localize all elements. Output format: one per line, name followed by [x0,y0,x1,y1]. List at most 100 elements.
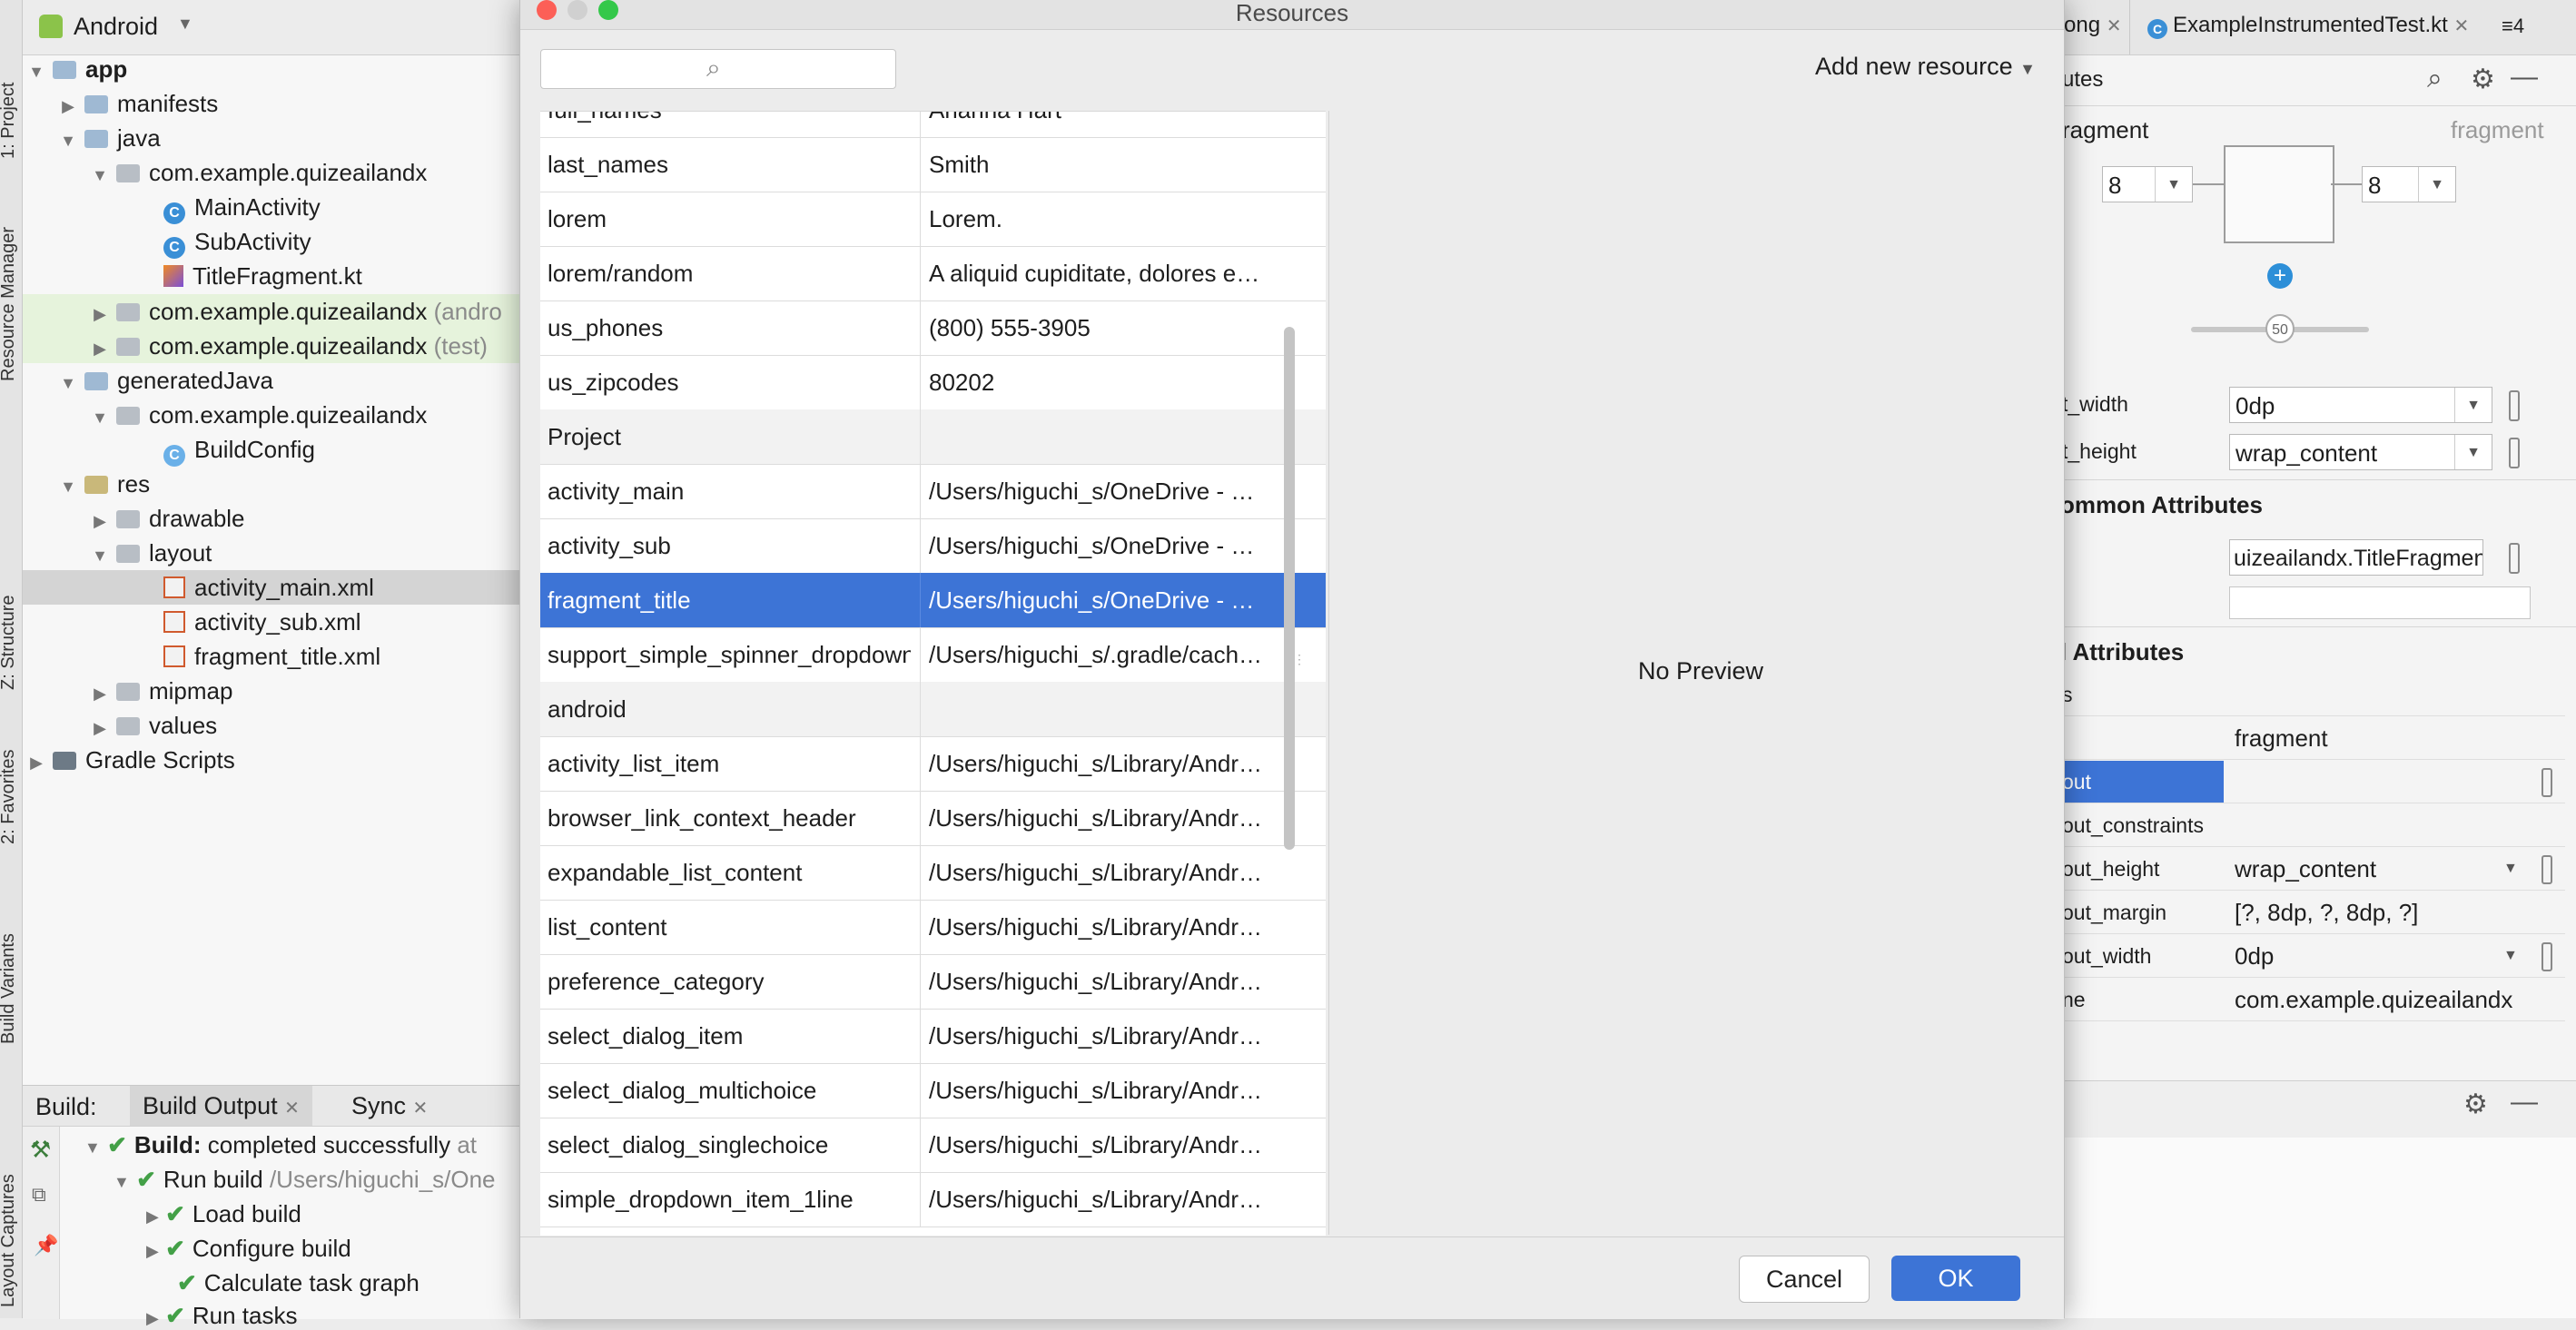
expand-icon[interactable]: ▼ [27,54,45,89]
resource-row[interactable]: select_dialog_multichoice/Users/higuchi_… [540,1063,1326,1118]
editor-tab-test[interactable]: C ExampleInstrumentedTest.kt ✕ [2147,13,2469,39]
resource-row[interactable]: simple_dropdown_item_1line/Users/higuchi… [540,1172,1326,1227]
table-scrollbar[interactable] [1284,327,1295,850]
editor-tab-partial[interactable]: ong ✕ [2064,13,2121,38]
common-attributes-section[interactable]: ommon Attributes [2057,479,2576,531]
attribute-reference-icon[interactable] [2541,942,2552,971]
close-window-button[interactable] [537,0,557,20]
build-step-row[interactable]: ▶ ✔ Load build [146,1200,301,1228]
attribute-row[interactable]: out_height wrap_content ▼ [2057,848,2565,891]
structure-tool-button[interactable]: Z: Structure [0,596,19,690]
resource-row[interactable]: expandable_list_content/Users/higuchi_s/… [540,845,1326,901]
attribute-row[interactable]: ne com.example.quizeailandx [2057,979,2565,1021]
expand-icon[interactable]: ▼ [114,1173,130,1191]
tree-item-subactivity[interactable]: C SubActivity [156,224,311,259]
project-tool-button[interactable]: 1: Project [0,83,19,159]
add-new-resource-dropdown[interactable]: Add new resource ▼ [1815,53,2036,81]
margin-left-select[interactable]: 8 ▼ [2102,166,2193,202]
resource-row[interactable]: fragment_title/Users/higuchi_s/OneDrive … [540,573,1326,628]
resource-manager-tool-button[interactable]: Resource Manager [0,227,19,381]
resource-row[interactable]: list_content/Users/higuchi_s/Library/And… [540,900,1326,955]
resource-row[interactable]: us_zipcodes 80202 [540,355,1326,410]
collapse-icon[interactable]: ▶ [146,1309,159,1327]
attribute-row-selected[interactable]: out [2057,761,2565,803]
tree-item-titlefragment[interactable]: TitleFragment.kt [156,259,362,293]
layout-captures-tool-button[interactable]: Layout Captures [0,1174,19,1307]
tree-item-mipmap[interactable]: ▶ mipmap [91,674,232,708]
tree-item-generated-package[interactable]: ▼ com.example.quizeailandx [91,398,427,432]
chevron-down-icon[interactable]: ▼ [2454,435,2492,469]
splitter-handle[interactable]: ⋮ [1293,653,1306,683]
tree-item-activity-sub-xml[interactable]: activity_sub.xml [156,605,361,639]
collapse-icon[interactable]: ▶ [59,89,77,123]
minimize-icon[interactable]: — [2511,1087,2538,1118]
collapse-icon[interactable]: ▶ [91,331,109,366]
tree-item-activity-main-xml[interactable]: activity_main.xml [23,570,531,605]
tree-item-package-test[interactable]: ▶ com.example.quizeailandx (test) [23,329,531,363]
expand-icon[interactable]: ▼ [84,1138,101,1157]
close-icon[interactable]: ✕ [2107,16,2122,36]
attribute-reference-icon[interactable] [2509,543,2520,574]
resource-row[interactable]: activity_main/Users/higuchi_s/OneDrive -… [540,464,1326,519]
tree-item-buildconfig[interactable]: C BuildConfig [156,432,315,467]
layout-width-select[interactable]: 0dp ▼ [2229,387,2492,423]
run-build-row[interactable]: ▼ ✔ Run build /Users/higuchi_s/One [114,1166,496,1194]
chevron-down-icon[interactable]: ▼ [2019,60,2036,78]
tab-sync[interactable]: Sync ✕ [342,1086,437,1126]
expand-icon[interactable]: ▼ [59,366,77,400]
tag-input[interactable] [2229,586,2531,619]
collapse-icon[interactable]: ▶ [91,676,109,711]
tree-item-drawable[interactable]: ▶ drawable [91,501,244,538]
chevron-down-icon[interactable]: ▼ [177,15,193,34]
minimize-window-button[interactable] [568,0,587,20]
tree-item-layout[interactable]: ▼ layout [91,536,212,570]
collapse-icon[interactable]: ▶ [91,504,109,538]
pin-icon[interactable]: 📌 [34,1234,58,1257]
resource-row[interactable]: browser_link_context_header/Users/higuch… [540,791,1326,846]
search-input[interactable]: ⌕ [540,49,896,89]
collapse-icon[interactable]: ▶ [146,1207,159,1226]
attribute-reference-icon[interactable] [2541,855,2552,884]
expand-icon[interactable]: ▼ [59,123,77,158]
build-step-row[interactable]: ▶ ✔ Run tasks [146,1302,297,1330]
tab-build-output[interactable]: Build Output ✕ [130,1086,312,1126]
chevron-down-icon[interactable]: ▼ [2418,167,2455,202]
close-icon[interactable]: ✕ [413,1098,429,1118]
collapse-icon[interactable]: ▶ [91,297,109,331]
tree-item-values[interactable]: ▶ values [91,708,217,743]
favorites-tool-button[interactable]: 2: Favorites [0,750,19,844]
tree-item-fragment-title-xml[interactable]: fragment_title.xml [156,639,380,674]
resource-row[interactable]: activity_sub/Users/higuchi_s/OneDrive - … [540,518,1326,574]
resource-row[interactable]: us_phones (800) 555-3905 [540,300,1326,356]
attribute-reference-icon[interactable] [2509,390,2520,421]
search-icon[interactable]: ⌕ [2427,64,2443,94]
collapse-icon[interactable]: ▶ [146,1242,159,1260]
tree-item-manifests[interactable]: ▶ manifests [59,86,218,121]
tree-item-package[interactable]: ▼ com.example.quizeailandx [91,155,427,190]
tab-overflow-button[interactable]: ≡4 [2502,15,2524,38]
ok-button[interactable]: OK [1891,1256,2020,1301]
gear-icon[interactable]: ⚙ [2471,64,2495,95]
resource-group-header[interactable]: android [540,682,1326,737]
resource-row[interactable]: activity_list_item/Users/higuchi_s/Libra… [540,736,1326,792]
expand-icon[interactable]: ▼ [91,538,109,573]
attribute-reference-icon[interactable] [2509,438,2520,468]
tree-item-app[interactable]: ▼ app [27,52,127,86]
expand-icon[interactable]: ▼ [91,400,109,435]
name-input[interactable]: uizeailandx.TitleFragment [2229,539,2483,576]
chevron-down-icon[interactable]: ▼ [2503,848,2518,890]
chevron-down-icon[interactable]: ▼ [2155,167,2192,202]
collapse-icon[interactable]: ▶ [27,745,45,780]
tree-item-java[interactable]: ▼ java [59,121,161,155]
close-icon[interactable]: ✕ [284,1098,300,1118]
all-attributes-section[interactable]: l Attributes [2057,626,2576,678]
build-status-row[interactable]: ▼ ✔ Build: completed successfully at [84,1131,477,1159]
resource-row[interactable]: full_names Arianna Hart [540,112,1326,138]
resource-row[interactable]: lorem Lorem. [540,192,1326,247]
bias-slider-thumb[interactable]: 50 [2265,314,2295,343]
resource-row[interactable]: preference_category/Users/higuchi_s/Libr… [540,954,1326,1010]
build-step-row[interactable]: ▶ ✔ Configure build [146,1235,351,1263]
resource-row[interactable]: support_simple_spinner_dropdown/Users/hi… [540,627,1326,683]
attribute-row[interactable]: out_margin [?, 8dp, ?, 8dp, ?] [2057,892,2565,934]
resource-group-header[interactable]: Project [540,409,1326,465]
